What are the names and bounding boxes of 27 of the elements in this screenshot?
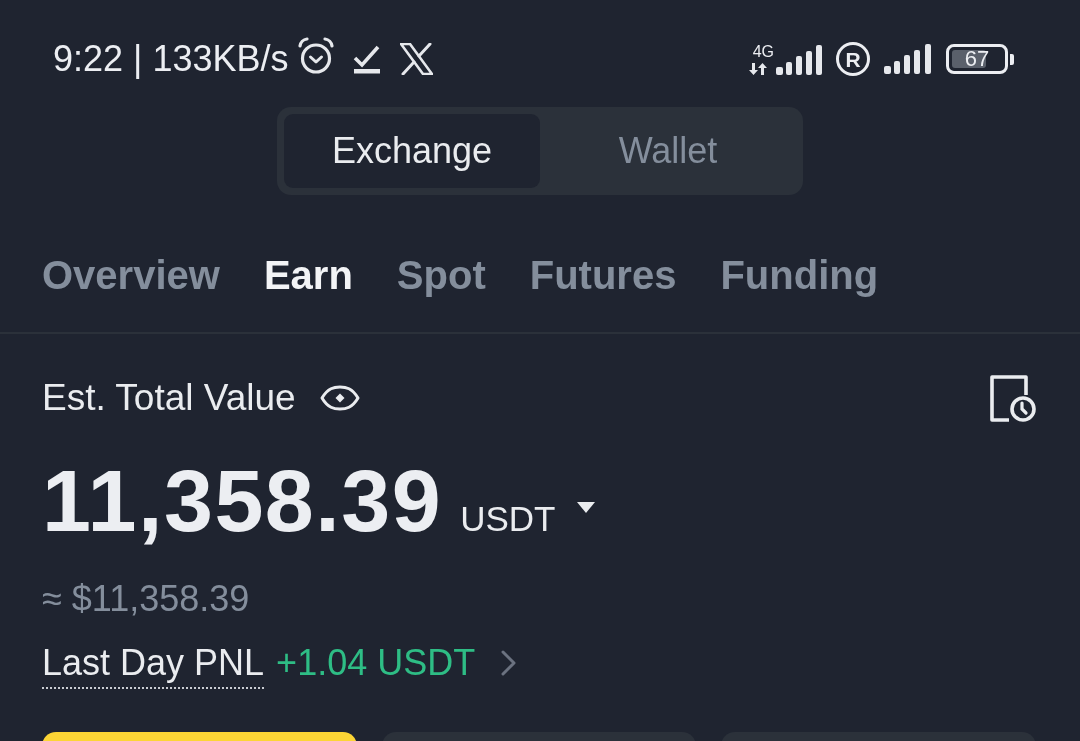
- chevron-right-icon[interactable]: [501, 650, 518, 676]
- status-time-speed: 9:22 | 133KB/s: [53, 37, 289, 81]
- currency-unit: USDT: [460, 499, 556, 539]
- category-tab[interactable]: Spot: [396, 251, 486, 299]
- document-clock-icon[interactable]: [989, 373, 1036, 423]
- total-value-label: Est. Total Value: [42, 376, 296, 420]
- pnl-label[interactable]: Last Day PNL: [42, 642, 265, 689]
- network-type-label: 4G: [752, 43, 774, 60]
- caret-down-icon[interactable]: [577, 501, 596, 513]
- roaming-badge: R: [836, 42, 870, 76]
- signal-bars-icon: [776, 45, 822, 75]
- segment-tab[interactable]: Exchange: [284, 114, 540, 188]
- pnl-value: +1.04 USDT: [276, 642, 476, 684]
- signal-bars-icon: [884, 44, 932, 74]
- approx-usd-value: ≈ $11,358.39: [42, 578, 250, 620]
- up-down-arrows-icon: [748, 63, 767, 75]
- battery-percent: 67: [964, 48, 990, 70]
- alarm-clock-icon: [296, 37, 335, 75]
- category-tab[interactable]: Funding: [720, 251, 879, 299]
- total-value-amount: 11,358.39: [42, 457, 443, 545]
- category-tab[interactable]: Futures: [529, 251, 677, 299]
- x-logo-icon: [399, 43, 433, 75]
- check-line-icon: [352, 44, 382, 74]
- category-tab[interactable]: Overview: [42, 251, 220, 299]
- segment-tab[interactable]: Wallet: [540, 114, 796, 188]
- eye-icon[interactable]: [319, 385, 360, 411]
- category-tab[interactable]: Earn: [263, 251, 353, 299]
